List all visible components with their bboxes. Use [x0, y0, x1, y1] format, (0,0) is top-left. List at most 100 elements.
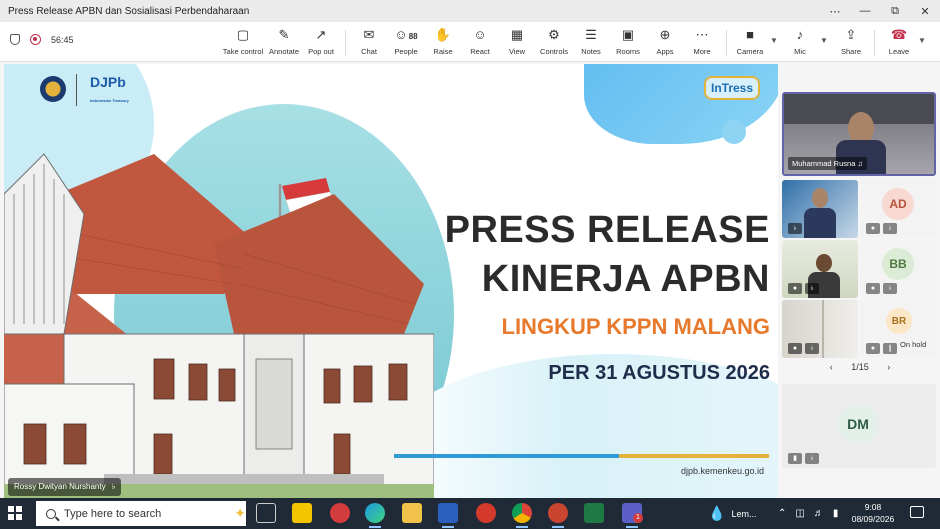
avatar: DM	[838, 404, 878, 444]
notes-label: Notes	[581, 47, 601, 56]
participant-tile-dm[interactable]: DM ▮ ♭	[782, 384, 936, 468]
chrome-icon[interactable]	[512, 503, 532, 528]
pause-icon: ❙	[883, 343, 897, 354]
teams-icon[interactable]: 1	[622, 503, 643, 528]
window-title: Press Release APBN dan Sosialisasi Perbe…	[8, 5, 250, 17]
leave-button[interactable]: ☎ Leave	[877, 26, 921, 56]
pop-out-button[interactable]: ↗ Pop out	[299, 26, 343, 56]
grid-icon: ▦	[510, 27, 524, 42]
share-button[interactable]: ⇪ Share	[829, 26, 873, 56]
chevron-up-icon[interactable]: ⌃	[778, 508, 786, 519]
edge-browser-icon[interactable]	[365, 503, 385, 528]
battery-icon[interactable]: ▮	[833, 508, 839, 519]
search-placeholder: Type here to search	[64, 507, 162, 520]
avatar: BB	[882, 248, 914, 280]
participant-count: 88	[408, 32, 418, 41]
presenter-name-tag: Rossy Dwityan Nurshanty ♭	[8, 478, 122, 496]
leave-options-chevron-icon[interactable]: ▼	[918, 36, 926, 45]
mic-off-icon: ♭	[788, 223, 802, 234]
slide-date-line: PER 31 AGUSTUS 2026	[548, 362, 770, 384]
page-indicator: 1/15	[851, 362, 869, 372]
pop-out-label: Pop out	[308, 47, 334, 56]
tile-status-icons: ● ♭	[866, 283, 897, 294]
camera-button[interactable]: ■ Camera	[728, 26, 772, 56]
speaker-icon[interactable]: ♬	[814, 508, 824, 519]
task-view-icon[interactable]	[256, 503, 276, 523]
phone-hangup-icon: ☎	[890, 27, 908, 42]
signal-icon: ▮	[788, 453, 802, 464]
windows-taskbar: Type here to search ✦ 1 💧 Lem... ⌃ ◫ ♬ ▮…	[0, 498, 940, 529]
participant-video-tile[interactable]: ● ♭	[782, 240, 858, 298]
file-explorer-icon[interactable]	[402, 503, 422, 523]
weather-label: Lem...	[731, 508, 757, 519]
mic-off-icon: ♭	[805, 283, 819, 294]
controls-icon: ⚙	[548, 27, 560, 42]
participant-shirt	[804, 208, 836, 238]
weather-widget[interactable]: 💧 Lem...	[708, 498, 756, 529]
avatar-initials: AD	[889, 197, 907, 211]
water-drop-icon: 💧	[708, 505, 726, 521]
excel-icon[interactable]	[584, 503, 604, 523]
mic-off-icon: ♭	[883, 223, 897, 234]
pin-icon: ●	[788, 343, 802, 354]
tile-status-icons: ● ❙	[866, 343, 897, 354]
on-hold-label: On hold	[900, 340, 927, 349]
powerpoint-icon[interactable]	[548, 503, 568, 528]
leave-label: Leave	[888, 47, 910, 56]
djpb-logo: DJPb	[90, 74, 126, 90]
chat-label: Chat	[361, 47, 377, 56]
taskbar-clock[interactable]: 9:08 08/09/2026	[840, 501, 906, 525]
slide-headline-line1: PRESS RELEASE	[444, 209, 770, 251]
mic-off-icon: ♭	[805, 453, 819, 464]
camera-off-icon: ■	[746, 27, 754, 42]
presenter-name: Rossy Dwityan Nurshanty	[14, 482, 106, 491]
camera-options-chevron-icon[interactable]: ▼	[770, 36, 778, 45]
more-label: More	[693, 47, 711, 56]
avatar: AD	[882, 188, 914, 220]
close-button[interactable]: ✕	[910, 5, 940, 18]
hand-icon: ✋	[434, 27, 452, 42]
meeting-status: 56:45	[10, 34, 74, 45]
title-bar: Press Release APBN dan Sosialisasi Perbe…	[0, 0, 940, 22]
building-illustration	[4, 153, 434, 498]
participant-name: Muhammad Rusna	[792, 159, 856, 168]
teams-meeting-window: Press Release APBN dan Sosialisasi Perbe…	[0, 0, 940, 529]
participant-gallery: Muhammad Rusna ♫ ♭ AD ● ♭ ● ♭ BB ● ♭ ● ♭…	[780, 62, 940, 498]
slide-url: djpb.kemenkeu.go.id	[680, 466, 764, 476]
wall-frame	[822, 300, 824, 358]
participant-video-tile[interactable]: ♭	[782, 180, 858, 238]
clock-date: 08/09/2026	[851, 514, 895, 524]
gold-accent-bar	[619, 454, 769, 458]
minimize-button[interactable]: —	[850, 5, 880, 17]
pen-icon: ✎	[278, 27, 290, 42]
toolbar-divider	[874, 30, 875, 56]
pin-icon: ●	[866, 223, 880, 234]
tile-status-icons: ● ♭	[788, 283, 819, 294]
windows-start-icon[interactable]	[8, 506, 22, 520]
participant-tile-bb[interactable]: BB ● ♭	[860, 240, 936, 298]
mic-options-chevron-icon[interactable]: ▼	[820, 36, 828, 45]
more-button[interactable]: ⋯ More	[680, 26, 724, 56]
opera-icon[interactable]	[476, 503, 496, 523]
participant-video-tile[interactable]: ● ♭	[782, 300, 858, 358]
previous-page-icon[interactable]: ‹	[830, 362, 833, 372]
participant-tile-ad[interactable]: AD ● ♭	[860, 180, 936, 238]
more-options-icon[interactable]: ⋯	[820, 5, 850, 18]
participant-tile-br[interactable]: BR ● ❙ On hold	[860, 300, 936, 358]
small-circle-decoration	[722, 120, 746, 144]
paint-app-icon[interactable]	[330, 503, 350, 523]
next-page-icon[interactable]: ›	[887, 362, 890, 372]
taskbar-search-box[interactable]: Type here to search ✦	[36, 501, 246, 526]
participant-video-tile-main[interactable]: Muhammad Rusna ♫	[782, 92, 936, 176]
notification-center-icon[interactable]	[910, 506, 924, 518]
people-label: People	[394, 47, 418, 56]
add-apps-icon: ⊕	[659, 27, 671, 42]
word-icon[interactable]	[438, 503, 458, 528]
maximize-button[interactable]: ⧉	[880, 5, 910, 18]
avatar-initials: DM	[847, 416, 869, 432]
take-control-button[interactable]: ▢ Take control	[221, 26, 265, 56]
mic-button[interactable]: ♪ Mic	[778, 26, 822, 56]
ellipsis-icon: ⋯	[695, 27, 709, 42]
network-icon[interactable]: ◫	[795, 508, 804, 519]
sticky-notes-icon[interactable]	[292, 503, 312, 523]
